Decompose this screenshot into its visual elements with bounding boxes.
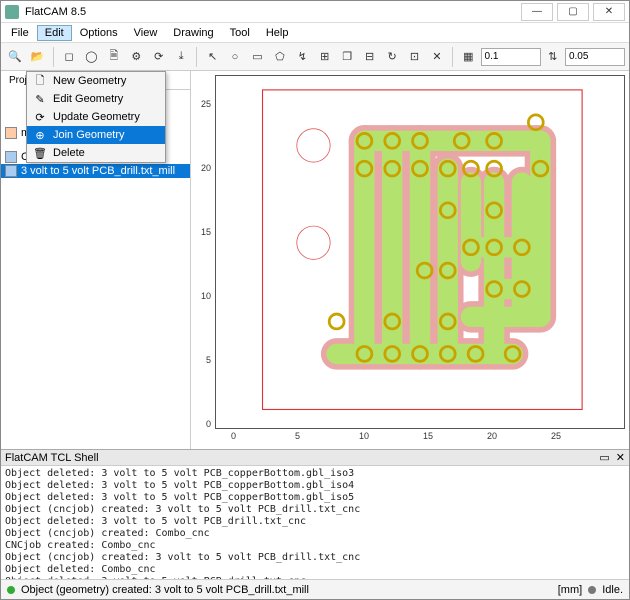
- join-icon: ⊕: [33, 128, 47, 142]
- statusbar: Object (geometry) created: 3 volt to 5 v…: [1, 579, 629, 599]
- plot-canvas[interactable]: [215, 75, 625, 429]
- update-icon: ⟳: [33, 110, 47, 124]
- canvas-area[interactable]: 25 20 15 10 5 0 0 5 10 15 20 25: [191, 71, 629, 449]
- grid-icon[interactable]: ▦: [458, 46, 478, 68]
- union-icon[interactable]: ⊞: [315, 46, 335, 68]
- list-item-label: 3 volt to 5 volt PCB_drill.txt_mill: [21, 165, 175, 177]
- link-icon[interactable]: ⇅: [543, 46, 563, 68]
- new-icon: 🗋: [33, 74, 47, 88]
- status-message: Object (geometry) created: 3 volt to 5 v…: [21, 584, 309, 596]
- subtract-icon[interactable]: ⊟: [359, 46, 379, 68]
- menu-edit-geometry[interactable]: ✎Edit Geometry: [27, 90, 165, 108]
- menu-update-geometry[interactable]: ⟳Update Geometry: [27, 108, 165, 126]
- zoom-icon[interactable]: 🔍: [5, 46, 25, 68]
- toolbar: 🔍 📂 ◻ ◯ 🗎 ⚙ ⟳ ⤓ ↖ ○ ▭ ⬠ ↯ ⊞ ❐ ⊟ ↻ ⊡ ✕ ▦ …: [1, 43, 629, 71]
- menu-options[interactable]: Options: [72, 25, 126, 41]
- maximize-button[interactable]: ▢: [557, 3, 589, 21]
- intersect-icon[interactable]: ⊡: [404, 46, 424, 68]
- body: Project Selected Tool m.gbl Combo 3 volt…: [1, 71, 629, 449]
- y-axis: 25 20 15 10 5 0: [191, 71, 215, 429]
- select-icon[interactable]: ↖: [202, 46, 222, 68]
- menu-drawing[interactable]: Drawing: [165, 25, 221, 41]
- menu-edit[interactable]: Edit: [37, 25, 72, 41]
- window-buttons: — ▢ ✕: [521, 3, 625, 21]
- list-item[interactable]: 3 volt to 5 volt PCB_drill.txt_mill: [1, 164, 190, 178]
- console-output[interactable]: Object deleted: 3 volt to 5 volt PCB_cop…: [1, 466, 629, 579]
- circle-tool-icon[interactable]: ◯: [81, 46, 101, 68]
- grid-y-input[interactable]: [565, 48, 625, 66]
- document-icon[interactable]: 🗎: [104, 46, 124, 68]
- status-units: [mm]: [558, 584, 582, 596]
- rotate-icon[interactable]: ↻: [382, 46, 402, 68]
- menu-join-geometry[interactable]: ⊕Join Geometry: [27, 126, 165, 144]
- console-title: FlatCAM TCL Shell: [5, 452, 99, 464]
- delete-icon: 🗑: [33, 146, 47, 160]
- refresh-icon[interactable]: ⟳: [149, 46, 169, 68]
- menu-file[interactable]: File: [3, 25, 37, 41]
- console-undock-icon[interactable]: ▭: [599, 451, 609, 464]
- menubar: File Edit Options View Drawing Tool Help: [1, 23, 629, 43]
- status-indicator-icon: [7, 586, 15, 594]
- menu-help[interactable]: Help: [258, 25, 297, 41]
- export-icon[interactable]: ⤓: [171, 46, 191, 68]
- settings-icon[interactable]: ⚙: [126, 46, 146, 68]
- edit-icon: ✎: [33, 92, 47, 106]
- app-icon: [5, 5, 19, 19]
- app-window: FlatCAM 8.5 — ▢ ✕ File Edit Options View…: [0, 0, 630, 600]
- menu-view[interactable]: View: [126, 25, 166, 41]
- menu-tool[interactable]: Tool: [222, 25, 258, 41]
- x-axis: 0 5 10 15 20 25: [215, 429, 625, 449]
- geometry-item-icon: [5, 151, 17, 163]
- status-state: Idle.: [602, 584, 623, 596]
- copy-icon[interactable]: ❐: [337, 46, 357, 68]
- geometry-item-icon: [5, 165, 17, 177]
- draw-poly-icon[interactable]: ⬠: [270, 46, 290, 68]
- minimize-button[interactable]: —: [521, 3, 553, 21]
- console-header: FlatCAM TCL Shell ▭ ✕: [1, 450, 629, 466]
- menu-new-geometry[interactable]: 🗋New Geometry: [27, 72, 165, 90]
- menu-delete[interactable]: 🗑Delete: [27, 144, 165, 162]
- open-icon[interactable]: 📂: [27, 46, 47, 68]
- app-title: FlatCAM 8.5: [25, 6, 521, 18]
- grid-x-input[interactable]: [481, 48, 541, 66]
- edit-menu-popup: 🗋New Geometry ✎Edit Geometry ⟳Update Geo…: [26, 71, 166, 163]
- gerber-icon: [5, 127, 17, 139]
- status-idle-icon: [588, 586, 596, 594]
- draw-circle-icon[interactable]: ○: [225, 46, 245, 68]
- sidebar: Project Selected Tool m.gbl Combo 3 volt…: [1, 71, 191, 449]
- console-panel: FlatCAM TCL Shell ▭ ✕ Object deleted: 3 …: [1, 449, 629, 579]
- titlebar: FlatCAM 8.5 — ▢ ✕: [1, 1, 629, 23]
- geometry-icon[interactable]: ◻: [59, 46, 79, 68]
- close-button[interactable]: ✕: [593, 3, 625, 21]
- console-close-icon[interactable]: ✕: [616, 451, 625, 464]
- delete-icon[interactable]: ✕: [427, 46, 447, 68]
- draw-path-icon[interactable]: ↯: [292, 46, 312, 68]
- draw-rect-icon[interactable]: ▭: [247, 46, 267, 68]
